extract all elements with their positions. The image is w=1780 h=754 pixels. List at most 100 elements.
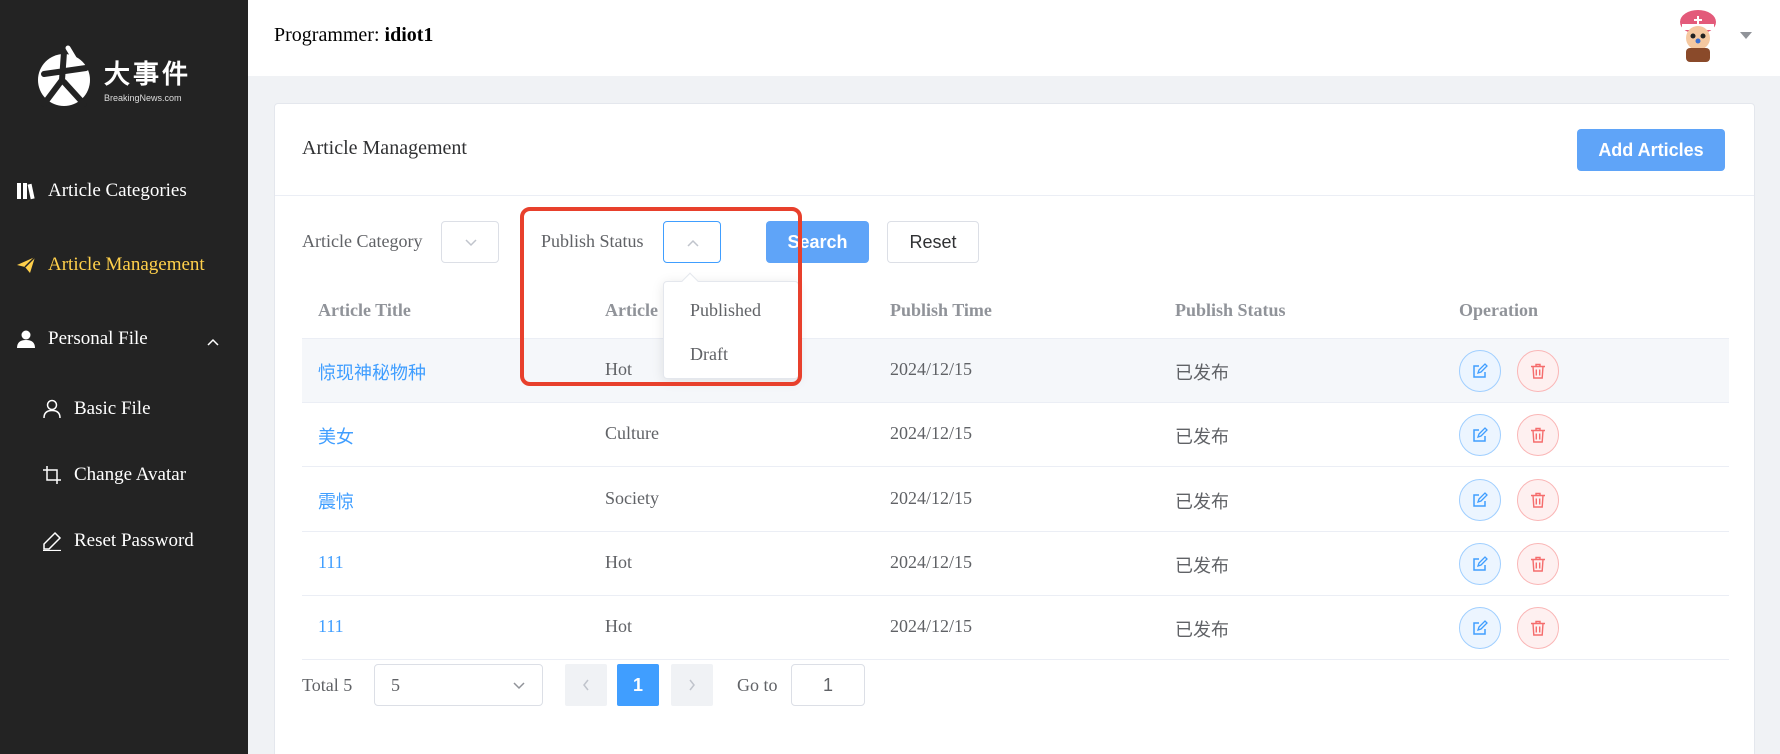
sidebar-item-label: Change Avatar — [74, 464, 187, 485]
category-filter-label: Article Category — [302, 231, 423, 251]
table-row: 惊现神秘物种 Hot 2024/12/15 已发布 — [302, 339, 1729, 403]
sidebar-item-label: Reset Password — [74, 530, 194, 551]
paper-plane-icon — [14, 253, 38, 277]
username: idiot1 — [384, 24, 434, 46]
dropdown-option-draft[interactable]: Draft — [690, 344, 728, 365]
edit-button[interactable] — [1459, 607, 1501, 649]
column-header-operation: Operation — [1459, 300, 1538, 320]
trash-icon — [1531, 492, 1545, 508]
page-number-current[interactable]: 1 — [617, 664, 659, 706]
edit-button[interactable] — [1459, 543, 1501, 585]
article-title-link[interactable]: 111 — [318, 616, 344, 637]
article-title-link[interactable]: 美女 — [318, 423, 354, 449]
goto-label: Go to — [737, 675, 778, 695]
publish-status: 已发布 — [1175, 620, 1229, 640]
table-row: 111 Hot 2024/12/15 已发布 — [302, 596, 1729, 660]
table-row: 震惊 Society 2024/12/15 已发布 — [302, 468, 1729, 532]
edit-pen-icon — [40, 529, 64, 553]
logo-mark-icon — [38, 45, 90, 107]
trash-icon — [1531, 620, 1545, 636]
sidebar-item-article-categories[interactable]: Article Categories — [0, 166, 248, 216]
page-size-value: 5 — [391, 675, 400, 695]
article-title-link[interactable]: 震惊 — [318, 488, 354, 514]
publish-time: 2024/12/15 — [890, 359, 973, 379]
edit-icon — [1473, 620, 1488, 635]
logo: 大事件 BreakingNews.com — [34, 40, 202, 116]
trash-icon — [1531, 556, 1545, 572]
publish-time: 2024/12/15 — [890, 423, 973, 443]
sidebar-item-label: Article Management — [48, 254, 205, 275]
sidebar-item-label: Basic File — [74, 398, 151, 419]
column-header-title: Article Title — [318, 300, 411, 320]
sidebar-item-label: Article Categories — [48, 180, 187, 201]
edit-button[interactable] — [1459, 350, 1501, 392]
delete-button[interactable] — [1517, 479, 1559, 521]
next-page-button[interactable] — [671, 664, 713, 706]
page-size-select[interactable]: 5 — [374, 664, 543, 706]
sidebar-item-personal-file[interactable]: Personal File — [0, 314, 248, 364]
status-filter-label: Publish Status — [541, 231, 644, 251]
avatar[interactable] — [1676, 8, 1720, 64]
status-select[interactable] — [663, 221, 721, 263]
article-category: Hot — [605, 359, 632, 379]
edit-button[interactable] — [1459, 479, 1501, 521]
article-title-link[interactable]: 111 — [318, 552, 344, 573]
chevron-down-icon — [465, 239, 477, 247]
programmer-label: Programmer: — [274, 24, 380, 46]
dropdown-option-published[interactable]: Published — [690, 300, 761, 321]
pagination-total: Total 5 — [302, 675, 353, 695]
user-outline-icon — [40, 397, 64, 421]
chevron-up-icon — [206, 331, 220, 353]
reset-button[interactable]: Reset — [887, 221, 979, 263]
delete-button[interactable] — [1517, 607, 1559, 649]
chevron-down-icon — [513, 682, 525, 690]
sidebar-item-basic-file[interactable]: Basic File — [0, 384, 248, 434]
prev-page-button[interactable] — [565, 664, 607, 706]
sidebar-item-article-management[interactable]: Article Management — [0, 240, 248, 290]
sidebar: 大事件 BreakingNews.com Article Categories … — [0, 0, 248, 754]
edit-icon — [1473, 556, 1488, 571]
article-category: Hot — [605, 552, 632, 572]
search-button[interactable]: Search — [766, 221, 869, 263]
publish-time: 2024/12/15 — [890, 616, 973, 636]
publish-time: 2024/12/15 — [890, 488, 973, 508]
publish-status: 已发布 — [1175, 556, 1229, 576]
sidebar-item-reset-password[interactable]: Reset Password — [0, 516, 248, 566]
books-icon — [14, 179, 38, 203]
delete-button[interactable] — [1517, 414, 1559, 456]
caret-down-icon[interactable] — [1740, 32, 1752, 39]
table-row: 美女 Culture 2024/12/15 已发布 — [302, 403, 1729, 467]
user-icon — [14, 327, 38, 351]
add-articles-button[interactable]: Add Articles — [1577, 129, 1725, 171]
chevron-up-icon — [687, 239, 699, 247]
article-category: Culture — [605, 423, 659, 443]
delete-button[interactable] — [1517, 543, 1559, 585]
article-title-link[interactable]: 惊现神秘物种 — [318, 359, 426, 385]
publish-status: 已发布 — [1175, 427, 1229, 447]
chevron-left-icon — [583, 679, 589, 691]
sidebar-item-label: Personal File — [48, 328, 148, 349]
article-management-card: Article Management Add Articles Article … — [274, 103, 1755, 754]
article-category: Society — [605, 488, 659, 508]
card-header: Article Management Add Articles — [275, 104, 1754, 196]
logo-title: 大事件 — [104, 59, 192, 90]
page-title: Article Management — [302, 137, 467, 159]
edit-button[interactable] — [1459, 414, 1501, 456]
programmer-info: Programmer: idiot1 — [274, 24, 433, 47]
publish-time: 2024/12/15 — [890, 552, 973, 572]
logo-subtitle: BreakingNews.com — [104, 92, 182, 103]
trash-icon — [1531, 363, 1545, 379]
column-header-status: Publish Status — [1175, 300, 1286, 320]
category-select[interactable] — [441, 221, 499, 263]
column-header-time: Publish Time — [890, 300, 992, 320]
edit-icon — [1473, 427, 1488, 442]
goto-page-input[interactable] — [791, 664, 865, 706]
edit-icon — [1473, 363, 1488, 378]
table-row: 111 Hot 2024/12/15 已发布 — [302, 532, 1729, 596]
delete-button[interactable] — [1517, 350, 1559, 392]
sidebar-item-change-avatar[interactable]: Change Avatar — [0, 450, 248, 500]
chevron-right-icon — [689, 679, 695, 691]
edit-icon — [1473, 492, 1488, 507]
trash-icon — [1531, 427, 1545, 443]
top-header: Programmer: idiot1 — [248, 0, 1780, 76]
